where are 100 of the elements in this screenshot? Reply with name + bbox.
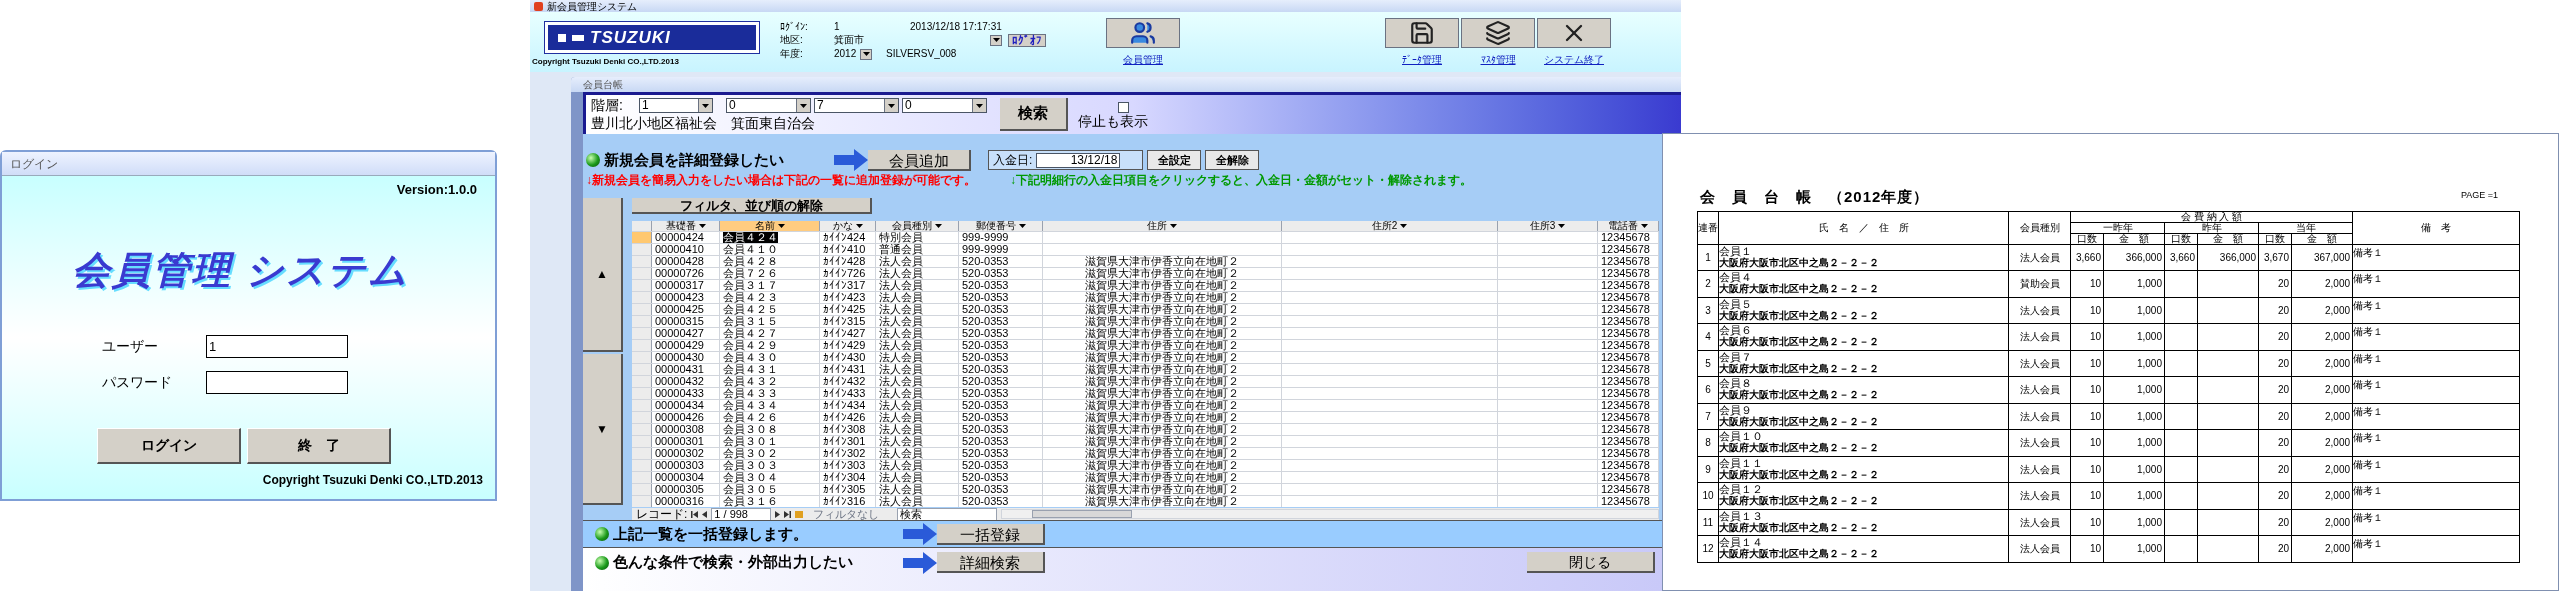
button[interactable]: 全設定 xyxy=(1147,150,1201,170)
row-selector[interactable] xyxy=(632,328,652,339)
toolbar-button[interactable] xyxy=(1106,18,1180,48)
table-cell: 法人会員 xyxy=(2019,516,2060,528)
button[interactable]: 詳細検索 xyxy=(937,552,1045,573)
row-selector[interactable] xyxy=(632,376,652,387)
logoff-button[interactable]: ﾛｸﾞｵﾌ xyxy=(1008,33,1046,47)
scroll-up-button[interactable]: ▲ xyxy=(583,198,623,352)
previous-record-icon[interactable] xyxy=(702,510,708,518)
table-cell: 滋賀県大津市伊香立向在地町２ xyxy=(1085,412,1239,423)
button[interactable]: 一括登録 xyxy=(937,523,1045,545)
dropdown-arrow-icon xyxy=(1558,224,1566,228)
table-cell: 会員３０３ xyxy=(723,460,778,471)
row-selector[interactable] xyxy=(632,232,652,243)
table-cell-text: 大阪府大阪市北区中之島２－２－２ xyxy=(1719,283,1880,295)
row-selector[interactable] xyxy=(632,244,652,255)
toolbar-link[interactable]: ﾃﾞｰﾀ管理 xyxy=(1402,54,1442,66)
dropdown[interactable]: 0 xyxy=(726,98,811,113)
column-header: 備 考 xyxy=(2421,222,2452,233)
column-header: 当年 xyxy=(2295,221,2316,233)
toolbar-link[interactable]: 会員管理 xyxy=(1123,54,1163,66)
filter-status[interactable]: フィルタなし xyxy=(813,508,894,520)
table-cell-text: 大阪府大阪市北区中之島２－２－２ xyxy=(1719,309,1880,322)
toolbar-link[interactable]: システム終了 xyxy=(1544,54,1604,66)
horizontal-scrollbar[interactable] xyxy=(1001,509,1659,519)
dropdown[interactable]: 7 xyxy=(814,98,899,113)
button[interactable]: ログイン xyxy=(97,427,241,464)
add-member-button[interactable]: 会員追加 xyxy=(868,149,971,171)
table-cell: 会員４２６ xyxy=(723,412,778,423)
window-title: 新会員管理システム xyxy=(547,0,637,12)
table-cell: 2,000 xyxy=(2325,331,2351,343)
row-selector[interactable] xyxy=(632,400,652,411)
table-cell: 備考１ xyxy=(2353,352,2384,364)
table-cell: 会員３０８ xyxy=(723,424,778,435)
subwindow-title: 会員台帳 xyxy=(583,79,623,90)
table-cell: ｶｲｲﾝ305 xyxy=(823,484,866,495)
table-cell: 法人会員 xyxy=(879,364,923,375)
toolbar-button[interactable] xyxy=(1385,18,1459,48)
dropdown-button[interactable] xyxy=(860,48,872,60)
table-cell: 法人会員 xyxy=(879,316,923,327)
row-selector[interactable] xyxy=(632,316,652,327)
people-icon xyxy=(1130,20,1156,46)
dropdown[interactable]: 1 xyxy=(639,98,713,113)
dropdown[interactable]: 0 xyxy=(902,98,987,113)
row-selector[interactable] xyxy=(632,388,652,399)
table-cell: 00000301 xyxy=(655,436,704,447)
toolbar-button[interactable] xyxy=(1461,18,1535,48)
input-field[interactable] xyxy=(206,370,348,394)
table-cell: 00000430 xyxy=(655,352,704,363)
date-field[interactable]: 13/12/18 xyxy=(1036,152,1121,168)
toolbar-link[interactable]: ﾏｽﾀ管理 xyxy=(1480,54,1516,66)
table-cell: 備考１ xyxy=(2353,326,2384,337)
row-selector[interactable] xyxy=(632,292,652,303)
row-selector[interactable] xyxy=(632,364,652,375)
table-cell: 8 xyxy=(1705,437,1711,449)
scrollbar-thumb[interactable] xyxy=(1032,510,1133,518)
input-field[interactable]: 1 xyxy=(206,334,348,358)
search-field[interactable]: 検索 xyxy=(897,507,998,521)
checkbox[interactable] xyxy=(1117,102,1129,113)
table-cell: 00000726 xyxy=(655,268,704,279)
column-header: 会 費 納 入 額 xyxy=(2180,210,2243,222)
table-cell: 20 xyxy=(2277,357,2289,369)
first-record-icon[interactable] xyxy=(691,510,699,518)
login-label: ﾛｸﾞｲﾝ: xyxy=(780,21,809,33)
row-selector[interactable] xyxy=(632,460,652,471)
row-selector[interactable] xyxy=(632,340,652,351)
dropdown-arrow-icon xyxy=(855,224,863,228)
row-selector[interactable] xyxy=(632,448,652,459)
reset-filter-button[interactable]: フィルタ、並び順の解除 xyxy=(632,198,872,214)
button[interactable]: 終 了 xyxy=(247,427,391,464)
next-record-icon[interactable] xyxy=(775,510,781,518)
row-selector[interactable] xyxy=(632,268,652,279)
row-selector[interactable] xyxy=(632,424,652,435)
row-selector[interactable] xyxy=(632,352,652,363)
row-selector[interactable] xyxy=(632,256,652,267)
table-cell-text: 大阪府大阪市北区中之島２－２－２ xyxy=(1719,495,1880,507)
column-header[interactable]: 名前 xyxy=(720,221,820,231)
row-selector[interactable] xyxy=(632,496,652,507)
row-selector[interactable] xyxy=(632,484,652,495)
table-cell: 会員４２９ xyxy=(723,340,778,351)
scroll-down-button[interactable]: ▼ xyxy=(583,354,623,505)
last-record-icon[interactable] xyxy=(784,510,792,518)
table-cell: 520-0353 xyxy=(962,484,1009,495)
row-selector[interactable] xyxy=(632,304,652,315)
new-record-icon[interactable] xyxy=(795,510,804,518)
table-cell-text: 会員１０ xyxy=(1719,430,1764,442)
button[interactable]: 全解除 xyxy=(1205,150,1259,170)
record-position-field[interactable]: 1 / 998 xyxy=(711,507,772,521)
row-selector[interactable] xyxy=(632,280,652,291)
row-selector[interactable] xyxy=(632,472,652,483)
row-selector[interactable] xyxy=(632,436,652,447)
toolbar-button[interactable] xyxy=(1537,18,1611,48)
table-cell-text: 大阪府大阪市北区中之島２－２－２ xyxy=(1719,442,1880,454)
search-button[interactable]: 検索 xyxy=(1000,98,1068,131)
row-selector[interactable] xyxy=(632,412,652,423)
close-button[interactable]: 閉じる xyxy=(1527,552,1655,573)
table-cell: 法人会員 xyxy=(2019,543,2060,555)
table-cell: 1,000 xyxy=(2136,463,2162,475)
table-cell: 10 xyxy=(2089,331,2101,343)
dropdown-button[interactable] xyxy=(990,34,1002,46)
